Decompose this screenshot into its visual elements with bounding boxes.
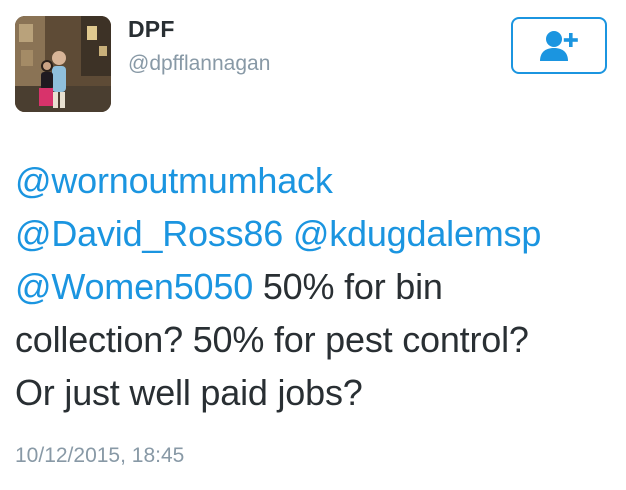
avatar[interactable] (15, 16, 111, 112)
tweet-line: @wornoutmumhack (15, 154, 605, 207)
mention-kdugdalemsp[interactable]: @kdugdalemsp (293, 213, 541, 254)
tweet-line: @David_Ross86 @kdugdalemsp (15, 207, 605, 260)
user-handle[interactable]: @dpfflannagan (128, 52, 270, 76)
tweet-body-text: 50% for bin (253, 266, 443, 307)
mention-women5050[interactable]: @Women5050 (15, 266, 253, 307)
add-user-icon (540, 30, 578, 61)
tweet-line: collection? 50% for pest control? (15, 319, 529, 360)
tweet-line: @Women5050 50% for bin (15, 260, 605, 313)
mention-david-ross86[interactable]: @David_Ross86 (15, 213, 283, 254)
tweet-timestamp[interactable]: 10/12/2015, 18:45 (15, 444, 184, 468)
follow-button[interactable] (511, 17, 607, 74)
tweet-line: Or just well paid jobs? (15, 372, 363, 413)
profile-photo (15, 16, 111, 112)
display-name[interactable]: DPF (128, 16, 175, 43)
mention-wornoutmumhack[interactable]: @wornoutmumhack (15, 160, 333, 201)
tweet-text: @wornoutmumhack @David_Ross86 @kdugdalem… (15, 154, 605, 419)
